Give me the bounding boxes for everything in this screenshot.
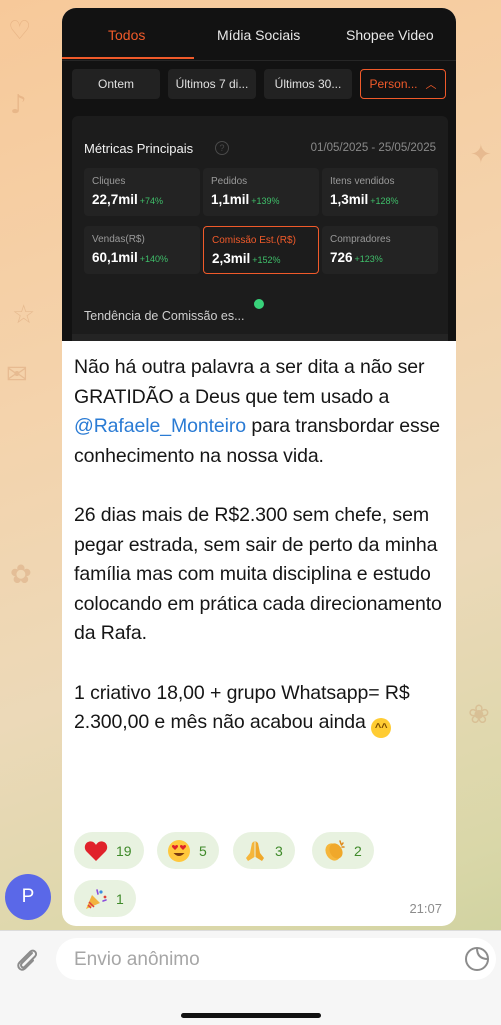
metric-value: 2,3mil +152% (212, 251, 281, 266)
reaction-heart[interactable]: 19 (74, 832, 144, 869)
filter-personalizado-label: Person... (369, 77, 418, 91)
trend-title: Tendência de Comissão es... (84, 309, 245, 323)
metric-value: 22,7mil +74% (92, 192, 164, 207)
active-tab-underline (62, 57, 194, 59)
message-bubble[interactable]: Todos Mídia Sociais Shopee Video Ontem Ú… (62, 8, 456, 926)
message-paragraph-2: 26 dias mais de R$2.300 sem chefe, sem p… (74, 503, 442, 645)
metric-value: 60,1mil +140% (92, 250, 169, 265)
metric-value: 1,3mil +128% (330, 192, 399, 207)
message-input-container (56, 938, 496, 982)
trend-chart-area (72, 334, 448, 341)
reaction-count: 2 (354, 842, 362, 859)
metric-delta: +123% (354, 254, 383, 264)
metric-cliques: Cliques 22,7mil +74% (84, 168, 200, 216)
metric-delta: +140% (139, 254, 169, 264)
home-indicator (181, 1013, 321, 1018)
metric-label: Comissão Est.(R$) (212, 235, 296, 246)
background-doodle-star-right: ✦ (470, 140, 492, 170)
tab-todos: Todos (108, 27, 146, 43)
tab-midia-sociais: Mídia Sociais (217, 27, 301, 43)
metric-delta: +74% (139, 196, 164, 206)
attached-screenshot[interactable]: Todos Mídia Sociais Shopee Video Ontem Ú… (62, 8, 456, 341)
screenshot-tab-bar: Todos Mídia Sociais Shopee Video (62, 8, 456, 61)
metric-value: 726 +123% (330, 250, 383, 265)
grinning-face-icon: ^^ (371, 718, 392, 739)
metric-comissao: Comissão Est.(R$) 2,3mil +152% (203, 226, 319, 274)
reaction-party-popper[interactable]: 1 (74, 880, 136, 917)
filter-personalizado: Person... ︿ (360, 69, 446, 99)
attachment-paperclip-icon[interactable] (12, 945, 42, 975)
metric-value: 1,1mil +139% (211, 192, 280, 207)
background-doodle-gift: ✿ (10, 560, 32, 590)
metrics-date-range: 01/05/2025 - 25/05/2025 (310, 142, 436, 154)
metric-label: Pedidos (211, 176, 248, 187)
message-paragraph-3: 1 criativo 18,00 + grupo Whatsapp= R$ 2.… (74, 679, 444, 739)
reaction-count: 5 (199, 842, 207, 859)
folded-hands-icon (243, 839, 267, 863)
metric-label: Vendas(R$) (92, 234, 145, 245)
reaction-count: 1 (116, 890, 124, 907)
message-timestamp: 21:07 (409, 901, 442, 916)
message-input[interactable] (72, 938, 446, 982)
tab-shopee-video: Shopee Video (346, 27, 434, 43)
background-doodle-flower-right: ❀ (468, 700, 490, 730)
reaction-heart-eyes[interactable]: 5 (157, 832, 219, 869)
metric-label: Cliques (92, 176, 126, 187)
filter-ontem: Ontem (72, 69, 160, 99)
metric-delta: +139% (251, 196, 280, 206)
background-doodle-envelope: ✉ (6, 360, 28, 390)
filter-ultimos-30: Últimos 30... (264, 69, 352, 99)
filter-ultimos-7: Últimos 7 di... (168, 69, 256, 99)
metrics-title: Métricas Principais (84, 141, 194, 156)
avatar[interactable]: P (5, 874, 51, 920)
reaction-count: 3 (275, 842, 283, 859)
metric-vendas: Vendas(R$) 60,1mil +140% (84, 226, 200, 274)
metric-delta: +128% (370, 196, 399, 206)
sticker-icon[interactable] (464, 946, 490, 972)
heart-icon (84, 839, 108, 863)
metric-label: Compradores (330, 234, 391, 245)
heart-eyes-icon (167, 839, 191, 863)
reaction-folded-hands[interactable]: 3 (233, 832, 295, 869)
user-mention-link[interactable]: @Rafaele_Monteiro (74, 415, 246, 437)
message-text: Não há outra palavra a ser dita a não se… (74, 353, 444, 739)
metric-delta: +152% (252, 255, 281, 265)
metric-compradores: Compradores 726 +123% (322, 226, 438, 274)
party-popper-icon (84, 887, 108, 911)
help-icon: ? (215, 141, 229, 155)
clapping-hands-icon (322, 839, 346, 863)
status-dot (254, 299, 264, 309)
metric-label: Itens vendidos (330, 176, 395, 187)
metric-itens-vendidos: Itens vendidos 1,3mil +128% (322, 168, 438, 216)
chevron-up-icon: ︿ (425, 79, 437, 91)
background-doodle-heart: ♡ (8, 16, 32, 46)
metrics-panel: Métricas Principais ? 01/05/2025 - 25/05… (72, 116, 448, 341)
message-paragraph-1: Não há outra palavra a ser dita a não se… (74, 356, 441, 467)
background-doodle-star: ☆ (12, 300, 36, 330)
reaction-count: 19 (116, 842, 132, 859)
metric-pedidos: Pedidos 1,1mil +139% (203, 168, 319, 216)
reaction-clapping-hands[interactable]: 2 (312, 832, 374, 869)
background-doodle-note: ♪ (10, 90, 27, 120)
message-composer-bar (0, 930, 501, 1025)
